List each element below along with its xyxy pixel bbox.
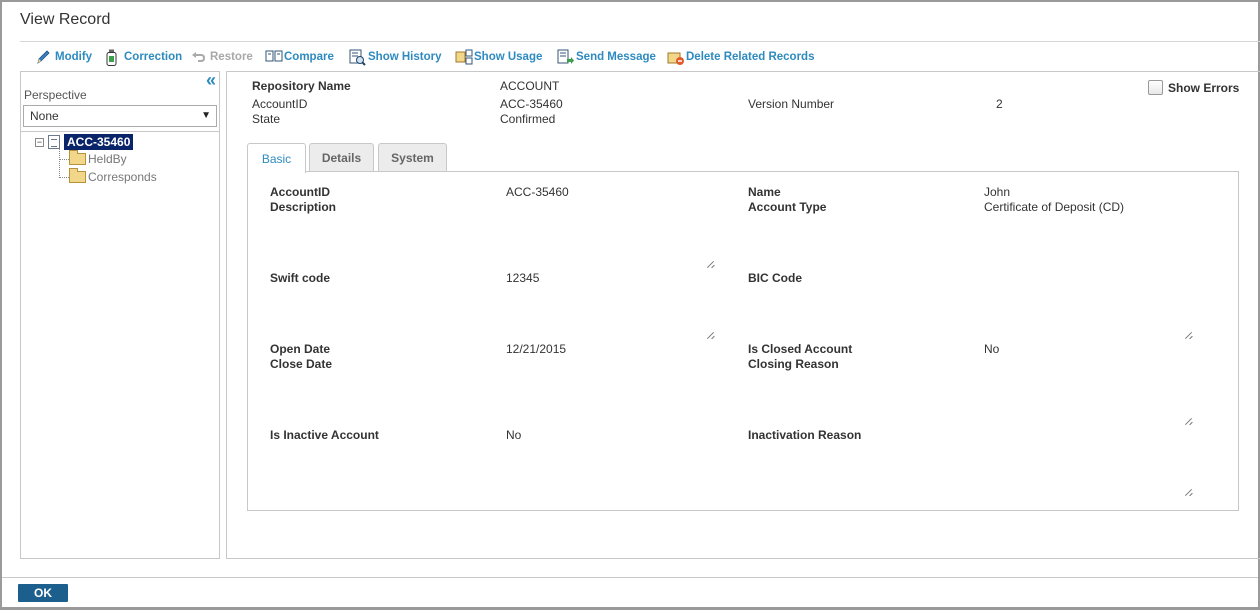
tab-details[interactable]: Details: [309, 143, 374, 172]
closing-reason-label: Closing Reason: [748, 357, 839, 371]
bic-resize-handle[interactable]: [1184, 331, 1192, 339]
correction-label: Correction: [124, 51, 183, 63]
pencil-icon: [36, 49, 51, 65]
compare-icon: [265, 49, 283, 65]
folder-icon: [69, 168, 86, 183]
is-inactive-account-label: Is Inactive Account: [270, 428, 379, 442]
delete-related-records-label: Delete Related Records: [686, 51, 815, 63]
compare-label: Compare: [284, 51, 334, 63]
is-closed-account-label: Is Closed Account: [748, 342, 853, 356]
tab-basic[interactable]: Basic: [247, 143, 306, 173]
send-message-label: Send Message: [576, 51, 656, 63]
undo-icon: [191, 49, 206, 65]
toolbar: Modify Correction Restore Compare Show H…: [20, 41, 1260, 71]
name-label: Name: [748, 185, 781, 199]
description-resize-handle[interactable]: [706, 260, 714, 268]
navigation-panel: « Perspective None ▼ − ACC-35460 HeldBy …: [20, 71, 220, 559]
show-usage-label: Show Usage: [474, 51, 543, 63]
inactivation-reason-resize-handle[interactable]: [1184, 488, 1192, 496]
window-title: View Record: [20, 11, 111, 28]
is-closed-account-value: No: [984, 342, 1000, 356]
tree-node-heldby[interactable]: HeldBy: [59, 150, 127, 167]
tab-system[interactable]: System: [378, 143, 447, 172]
tree-node-label: Corresponds: [88, 170, 157, 184]
collapse-tree-icon[interactable]: −: [35, 137, 44, 147]
account-type-value: Certificate of Deposit (CD): [984, 200, 1125, 214]
compare-button[interactable]: Compare: [265, 48, 334, 66]
show-history-button[interactable]: Show History: [349, 48, 441, 66]
swift-code-label: Swift code: [270, 271, 331, 285]
open-date-value: 12/21/2015: [506, 342, 567, 356]
swift-code-value: 12345: [506, 271, 540, 285]
tree-node-label: HeldBy: [88, 152, 127, 166]
inactivation-reason-label: Inactivation Reason: [748, 428, 862, 442]
modify-label: Modify: [55, 51, 93, 63]
send-message-icon: [557, 49, 574, 65]
header-account-id-label: AccountID: [252, 97, 308, 111]
tree-root-label: ACC-35460: [64, 134, 134, 150]
collapse-panel-icon[interactable]: «: [206, 71, 216, 89]
state-label: State: [252, 112, 281, 126]
show-history-label: Show History: [368, 51, 442, 63]
description-label: Description: [270, 200, 337, 214]
account-type-label: Account Type: [748, 200, 827, 214]
state-value: Confirmed: [500, 112, 556, 126]
close-date-label: Close Date: [270, 357, 333, 371]
modify-button[interactable]: Modify: [36, 48, 92, 66]
send-message-button[interactable]: Send Message: [557, 48, 656, 66]
ok-button[interactable]: OK: [18, 584, 68, 602]
delete-related-records-button[interactable]: Delete Related Records: [667, 48, 814, 66]
closing-reason-resize-handle[interactable]: [1184, 417, 1192, 425]
show-usage-button[interactable]: Show Usage: [455, 48, 542, 66]
restore-button[interactable]: Restore: [191, 48, 253, 66]
tree-connector: [59, 176, 69, 178]
repository-name-value: ACCOUNT: [500, 79, 560, 93]
document-icon: [48, 135, 60, 149]
open-date-label: Open Date: [270, 342, 331, 356]
perspective-value: None: [30, 109, 59, 123]
show-errors-label: Show Errors: [1168, 80, 1240, 95]
version-number-label: Version Number: [748, 97, 835, 111]
header-account-id-value: ACC-35460: [500, 97, 563, 111]
bic-code-label: BIC Code: [748, 271, 802, 285]
tree-divider: [21, 131, 219, 132]
is-inactive-account-value: No: [506, 428, 522, 442]
folder-icon: [69, 150, 86, 165]
tree-root-node[interactable]: − ACC-35460: [35, 134, 134, 150]
delete-related-icon: [667, 49, 684, 65]
dropdown-arrow-icon: ▼: [201, 110, 211, 121]
tree-connector: [59, 158, 69, 160]
restore-label: Restore: [210, 51, 253, 63]
show-errors-toggle[interactable]: Show Errors: [1148, 80, 1239, 95]
history-icon: [349, 49, 366, 66]
footer-divider: [2, 577, 1258, 578]
perspective-label: Perspective: [24, 88, 87, 102]
correction-button[interactable]: Correction: [105, 48, 182, 66]
repository-name-label: Repository Name: [252, 79, 351, 93]
version-number-value: 2: [996, 97, 1003, 111]
tree-node-corresponds[interactable]: Corresponds: [59, 168, 157, 185]
basic-tab-content: AccountID ACC-35460 Description Name Joh…: [247, 171, 1239, 511]
account-id-value: ACC-35460: [506, 185, 569, 199]
record-panel: Repository Name ACCOUNT AccountID ACC-35…: [226, 71, 1260, 559]
perspective-select[interactable]: None ▼: [23, 105, 217, 127]
swift-resize-handle[interactable]: [706, 331, 714, 339]
usage-icon: [455, 49, 473, 65]
account-id-label: AccountID: [270, 185, 330, 199]
name-value: John: [984, 185, 1011, 199]
show-errors-checkbox[interactable]: [1148, 80, 1163, 95]
bottle-icon: [105, 49, 120, 66]
